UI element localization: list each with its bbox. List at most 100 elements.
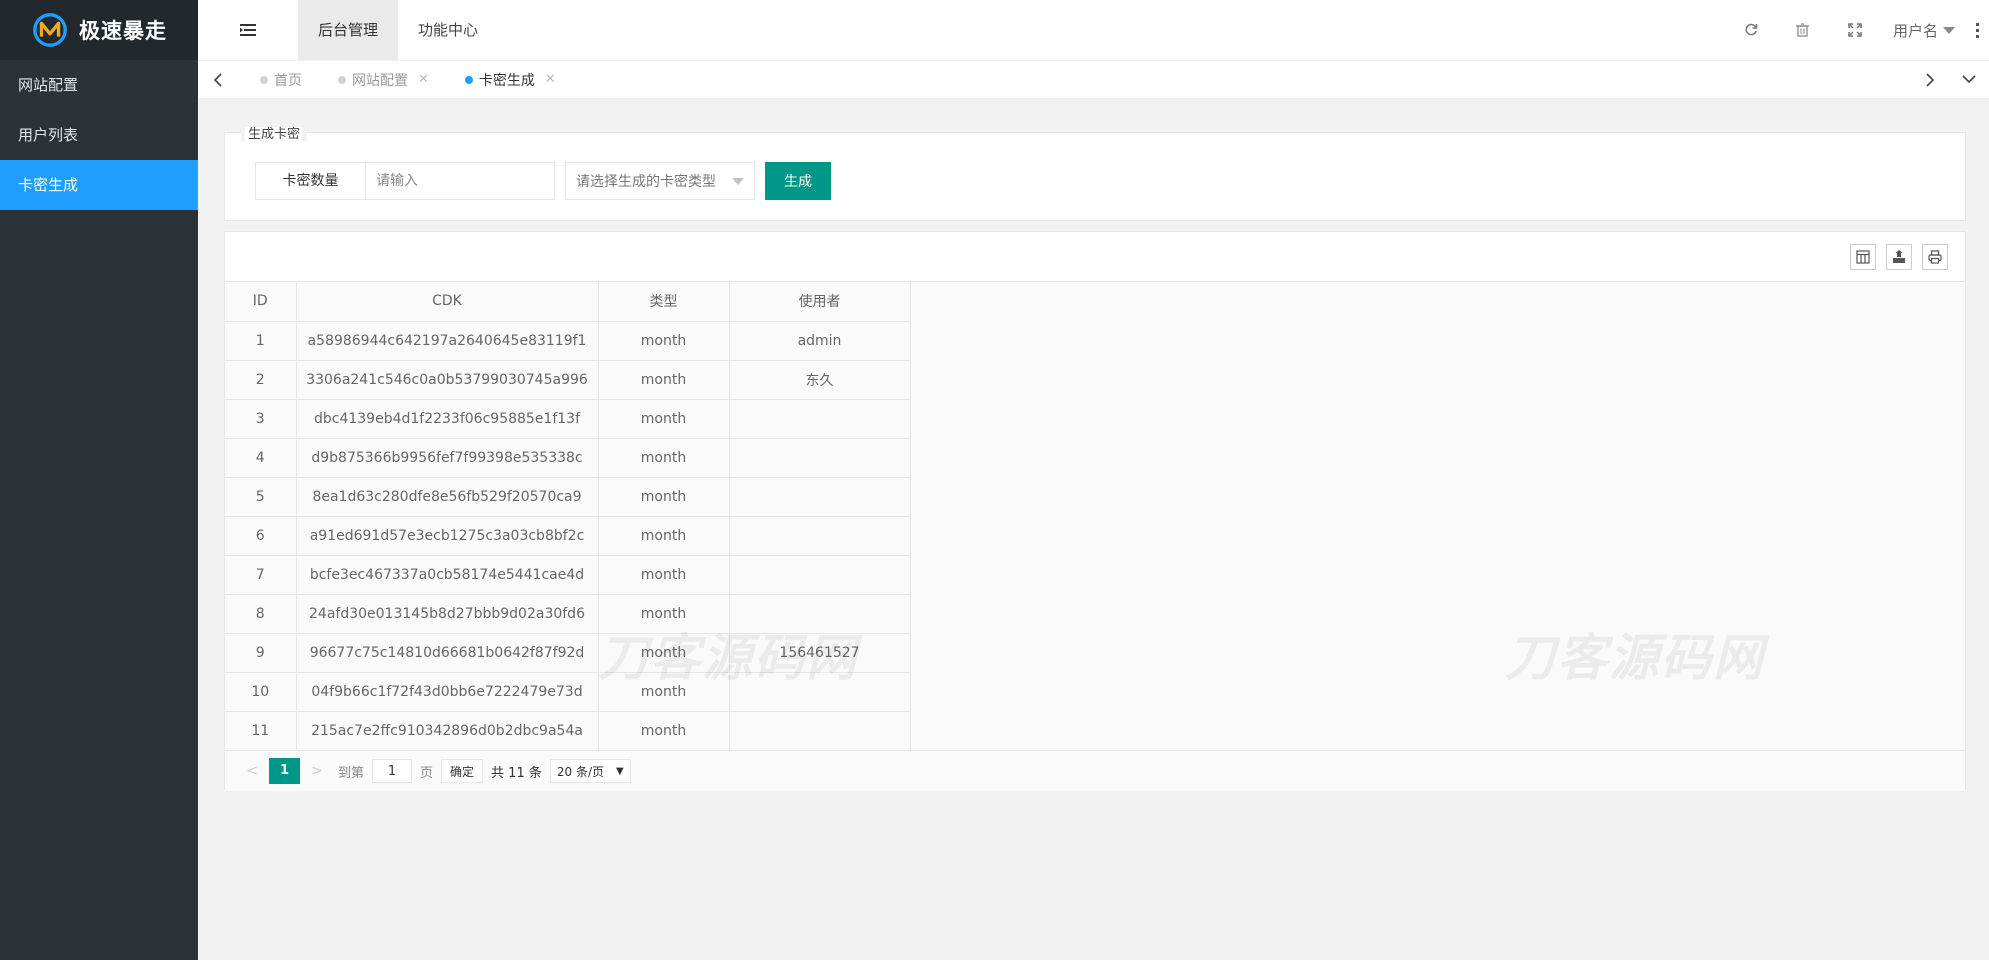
cell-id: 9 [225,633,297,673]
page-tab-site-config[interactable]: 网站配置 ✕ [316,61,443,99]
tab-function-center[interactable]: 功能中心 [398,0,498,60]
cell-cdk: 8ea1d63c280dfe8e56fb529f20570ca9 [295,477,599,517]
page-tab-label: 卡密生成 [478,72,535,89]
quantity-label: 卡密数量 [255,162,365,200]
goto-page-input[interactable] [372,759,413,783]
app-logo[interactable]: 极速暴走 [0,0,198,60]
menu-toggle-button[interactable] [198,0,298,60]
sidebar-item-card-generate[interactable]: 卡密生成 [0,160,198,210]
cdk-table-container: ID CDK 类型 使用者 1 a58986944c642197a2640645e… [224,231,1966,791]
generate-button[interactable]: 生成 [765,162,831,200]
menu-fold-icon [240,24,256,36]
close-icon[interactable]: ✕ [545,72,556,87]
sidebar-item-site-config[interactable]: 网站配置 [0,60,198,110]
next-page-button[interactable]: > [304,763,330,779]
refresh-button[interactable] [1725,0,1777,60]
cell-cdk: a58986944c642197a2640645e83119f1 [295,321,599,361]
current-page[interactable]: 1 [269,758,300,784]
cell-id: 1 [225,321,297,361]
page-tab-home[interactable]: 首页 [238,61,316,99]
caret-down-icon [732,177,744,185]
cell-type: month [597,633,730,673]
form-legend: 生成卡密 [241,123,308,142]
cell-id: 4 [225,438,297,478]
cell-cdk: dbc4139eb4d1f2233f06c95885e1f13f [295,399,599,439]
cell-id: 5 [225,477,297,517]
tabs-menu-button[interactable] [1949,61,1989,99]
cell-user [728,399,911,439]
generate-form-row: 卡密数量 请选择生成的卡密类型 生成 [255,162,1935,200]
tabs-right-controls [1909,61,1989,99]
cell-type: month [597,477,730,517]
user-menu[interactable]: 用户名 [1881,20,1965,41]
cell-type: month [597,672,730,712]
chevron-left-icon [213,72,222,87]
cell-user: 东久 [728,360,911,400]
goto-confirm-button[interactable]: 确定 [441,759,484,783]
cell-cdk: 04f9b66c1f72f43d0bb6e7222479e73d [295,672,599,712]
page-size-value: 20 条/页 [556,764,604,779]
table-row[interactable]: 8 24afd30e013145b8d27bbb9d02a30fd6 month [225,594,911,634]
tab-dot [260,75,268,84]
logo-icon [33,13,67,47]
cell-type: month [597,438,730,478]
quantity-input[interactable] [365,162,555,200]
chevron-right-icon [1925,72,1934,87]
cell-cdk: 24afd30e013145b8d27bbb9d02a30fd6 [295,594,599,634]
table-row[interactable]: 11 215ac7e2ffc910342896d0b2dbc9a54a month [225,711,911,751]
print-button[interactable] [1922,243,1948,270]
cell-id: 6 [225,516,297,556]
page-tab-label: 网站配置 [352,72,408,89]
page-unit: 页 [420,765,434,781]
more-dot [1975,22,1979,26]
user-name: 用户名 [1892,21,1938,40]
column-header-user[interactable]: 使用者 [728,282,911,322]
tabs-scroll-left-button[interactable] [198,61,238,99]
table-row[interactable]: 9 96677c75c14810d66681b0642f87f92d month 15… [225,633,911,673]
close-icon[interactable]: ✕ [418,72,429,87]
card-type-placeholder: 请选择生成的卡密类型 [576,174,716,190]
page-tab-card-generate[interactable]: 卡密生成 ✕ [443,61,570,99]
cell-id: 11 [225,711,297,751]
table-row[interactable]: 4 d9b875366b9956fef7f99398e535338c month [225,438,911,478]
fullscreen-button[interactable] [1829,0,1881,60]
cell-id: 8 [225,594,297,634]
cell-type: month [597,360,730,400]
table-row[interactable]: 2 3306a241c546c0a0b53799030745a996 month 东久 [225,360,911,400]
table-header-row: ID CDK 类型 使用者 [225,282,911,322]
top-header: 后台管理 功能中心 用户名 [198,0,1989,60]
column-header-cdk[interactable]: CDK [295,282,599,322]
column-header-id[interactable]: ID [225,282,297,322]
refresh-icon [1745,23,1758,36]
caret-down-icon [1943,26,1955,34]
clear-cache-button[interactable] [1777,0,1829,60]
cell-cdk: 215ac7e2ffc910342896d0b2dbc9a54a [295,711,599,751]
column-header-type[interactable]: 类型 [597,282,730,322]
tabs-scroll-right-button[interactable] [1909,61,1949,99]
tab-dot [338,75,346,84]
table-row[interactable]: 5 8ea1d63c280dfe8e56fb529f20570ca9 month [225,477,911,517]
cell-user [728,438,911,478]
cell-cdk: a91ed691d57e3ecb1275c3a03cb8bf2c [295,516,599,556]
table-row[interactable]: 1 a58986944c642197a2640645e83119f1 month ad… [225,321,911,361]
cell-type: month [597,711,730,751]
cell-cdk: 96677c75c14810d66681b0642f87f92d [295,633,599,673]
cell-user [728,555,911,595]
more-button[interactable] [1965,0,1989,60]
page-size-select[interactable]: 20 条/页 ▼ [549,759,631,783]
table-toolbar [225,232,1965,282]
generate-form: 生成卡密 卡密数量 请选择生成的卡密类型 生成 [224,123,1966,221]
export-button[interactable] [1886,243,1912,270]
table-row[interactable]: 7 bcfe3ec467337a0cb58174e5441cae4d month [225,555,911,595]
table-row[interactable]: 10 04f9b66c1f72f43d0bb6e7222479e73d month [225,672,911,712]
tab-backend-admin[interactable]: 后台管理 [298,0,399,60]
cell-id: 3 [225,399,297,439]
table-row[interactable]: 6 a91ed691d57e3ecb1275c3a03cb8bf2c month [225,516,911,556]
cell-type: month [597,516,730,556]
sidebar-item-user-list[interactable]: 用户列表 [0,110,198,160]
page-tab-label: 首页 [274,72,302,89]
prev-page-button[interactable]: < [239,763,265,779]
card-type-select[interactable]: 请选择生成的卡密类型 [565,162,755,200]
table-row[interactable]: 3 dbc4139eb4d1f2233f06c95885e1f13f month [225,399,911,439]
filter-columns-button[interactable] [1850,243,1876,270]
